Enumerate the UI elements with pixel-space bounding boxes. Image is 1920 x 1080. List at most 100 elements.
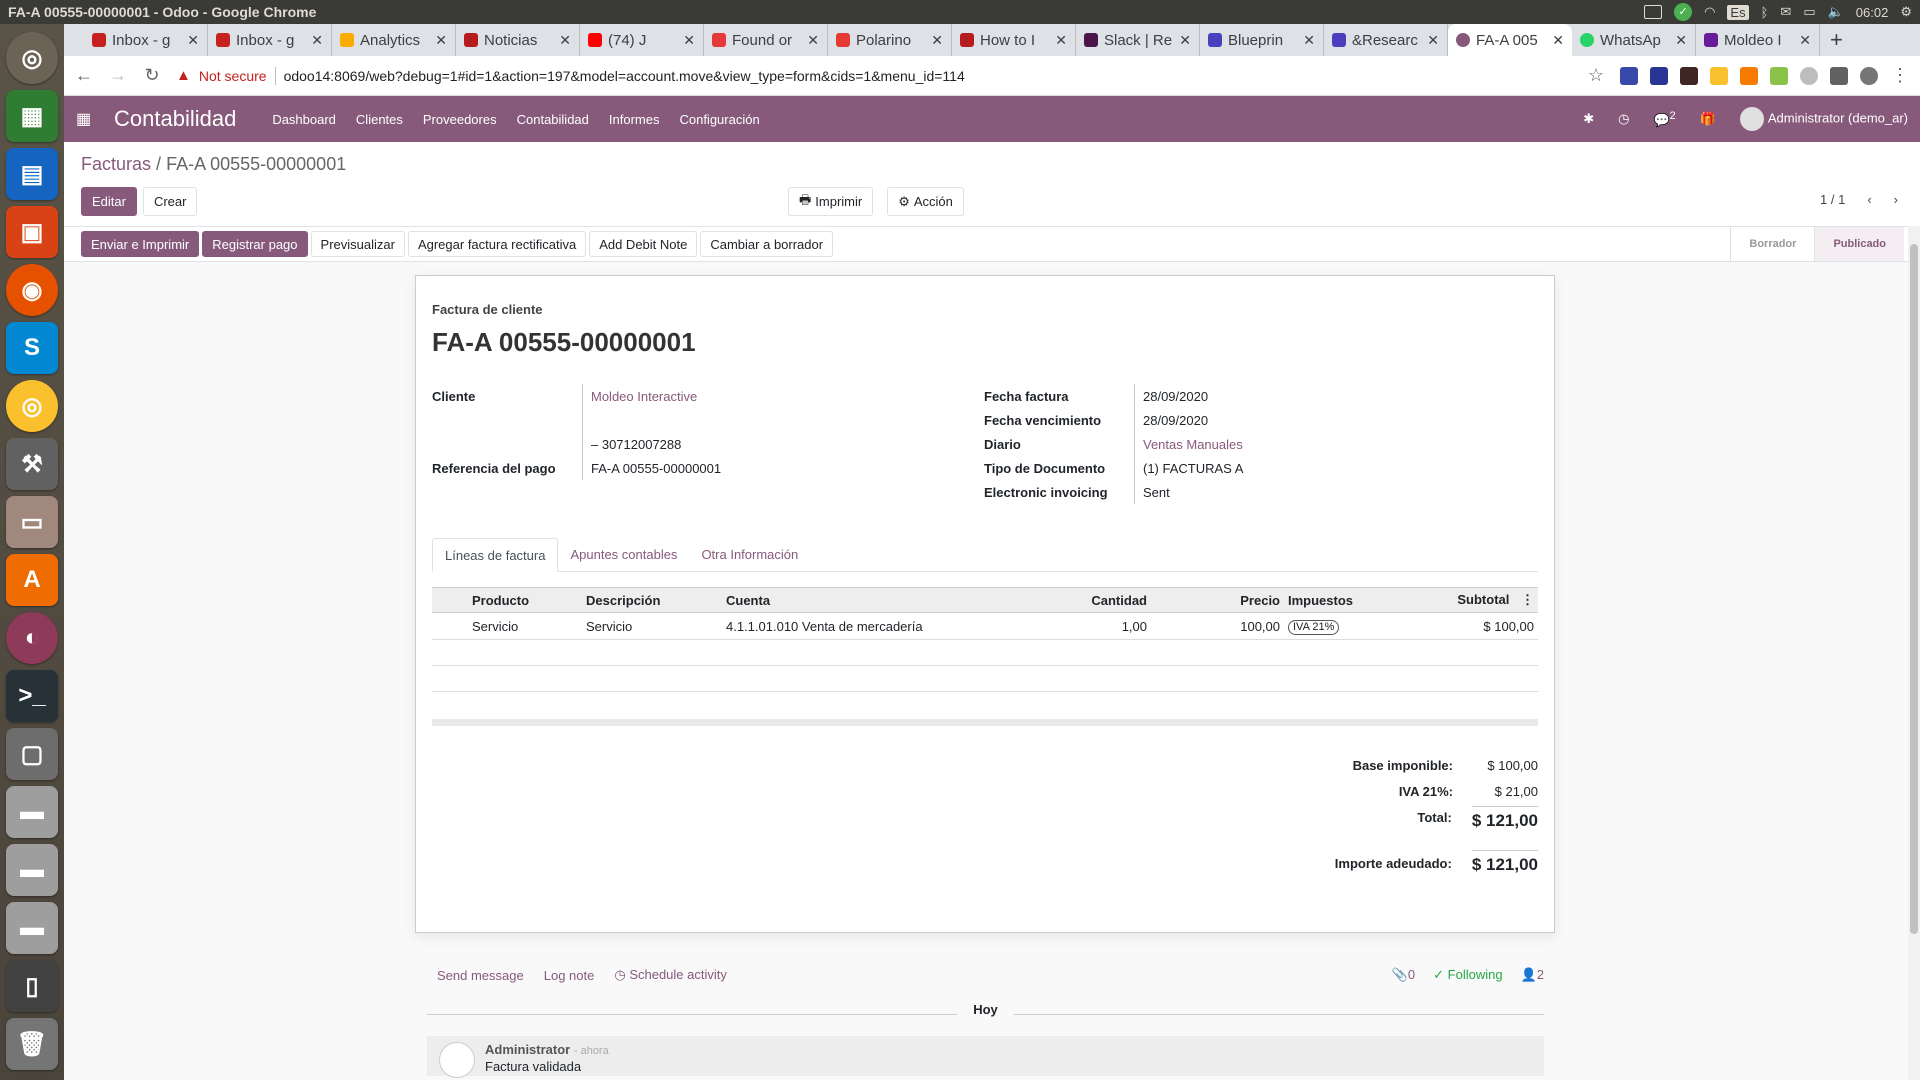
media-controls-icon[interactable] [1830,66,1848,85]
menu-item-informes[interactable]: Informes [609,112,660,127]
close-icon[interactable]: ✕ [1179,32,1191,49]
close-icon[interactable]: ✕ [1303,32,1315,49]
user-menu[interactable]: Administrator (demo_ar) [1739,107,1908,131]
bookmark-star-icon[interactable]: ☆ [1586,65,1606,86]
message-author[interactable]: Administrator [485,1042,570,1057]
browser-tab-active[interactable]: FA-A 005 ✕ [1448,24,1572,56]
action-button[interactable]: ⚙ Acción [887,187,964,216]
column-header[interactable]: Precio [1151,587,1284,613]
new-tab-button[interactable]: + [1820,24,1853,56]
menu-item-proveedores[interactable]: Proveedores [423,112,497,127]
system-tools-icon[interactable]: ⚒ [6,438,58,490]
browser-tab[interactable]: Moldeo I ✕ [1696,24,1820,56]
product-cell[interactable]: Servicio [468,612,582,640]
battery-icon[interactable]: ▭ [1803,4,1815,20]
wifi-icon[interactable]: ◠ [1704,4,1715,20]
reload-icon[interactable]: ↻ [142,65,162,86]
extension-icon[interactable] [1680,66,1698,85]
browser-tab[interactable]: Slack | Re ✕ [1076,24,1200,56]
quantity-cell[interactable]: 1,00 [1018,612,1151,640]
customer-link[interactable]: Moldeo Interactive [582,384,697,408]
close-icon[interactable]: ✕ [1799,32,1811,49]
close-icon[interactable]: ✕ [187,32,199,49]
menu-item-clientes[interactable]: Clientes [356,112,403,127]
column-header[interactable]: Cantidad [1018,587,1151,613]
close-icon[interactable]: ✕ [559,32,571,49]
close-icon[interactable]: ✕ [311,32,323,49]
mail-icon[interactable]: ✉ [1780,4,1791,20]
app-name[interactable]: Contabilidad [114,106,236,132]
scrollbar-thumb[interactable] [1910,244,1918,934]
ubuntu-dash-icon[interactable]: ◎ [6,32,58,84]
column-header[interactable]: Descripción [582,587,722,613]
extension-icon[interactable] [1800,66,1818,85]
breadcrumb-parent[interactable]: Facturas [81,154,151,174]
browser-tab[interactable]: Found or ✕ [704,24,828,56]
tab-other-info[interactable]: Otra Información [689,538,810,572]
clock[interactable]: 06:02 [1856,5,1889,20]
extension-icon[interactable] [1770,66,1788,85]
writer-document-icon[interactable]: ▤ [6,148,58,200]
close-icon[interactable]: ✕ [683,32,695,49]
page-scrollbar[interactable] [1908,226,1920,1080]
browser-tab[interactable]: Inbox - g ✕ [84,24,208,56]
print-button[interactable]: 🖶 Imprimir [788,187,874,216]
security-status[interactable]: Not secure [199,68,267,84]
description-cell[interactable]: Servicio [582,612,722,640]
address-bar[interactable]: ▲ Not secure odoo14:8069/web?debug=1#id=… [176,61,1572,91]
impress-presentation-icon[interactable]: ▣ [6,206,58,258]
followers-button[interactable]: 👤2 [1521,967,1544,983]
calc-spreadsheet-icon[interactable]: ▦ [6,90,58,142]
send-message-button[interactable]: Send message [437,968,524,983]
column-header[interactable]: Cuenta [722,587,1018,613]
messaging-icon[interactable]: 💬2 [1653,110,1675,128]
close-icon[interactable]: ✕ [1055,32,1067,49]
chevron-right-icon[interactable]: › [1894,192,1898,207]
browser-tab[interactable]: Blueprin ✕ [1200,24,1324,56]
skype-icon[interactable]: S [6,322,58,374]
activity-clock-icon[interactable]: ◷ [1618,111,1629,127]
warning-icon[interactable]: ▲ [176,67,191,84]
close-icon[interactable]: ✕ [807,32,819,49]
edit-button[interactable]: Editar [81,187,137,216]
files-icon[interactable]: ▢ [6,728,58,780]
close-icon[interactable]: ✕ [1675,32,1687,49]
keyboard-layout-indicator[interactable]: Es [1727,4,1749,20]
menu-item-dashboard[interactable]: Dashboard [272,112,336,127]
url-text[interactable]: odoo14:8069/web?debug=1#id=1&action=197&… [284,68,965,84]
profile-avatar-icon[interactable] [1860,66,1878,85]
phone-device-icon[interactable]: ▯ [6,960,58,1012]
settings-gear-icon[interactable]: ⚙ [1900,4,1912,20]
tab-journal-items[interactable]: Apuntes contables [558,538,689,572]
attachments-button[interactable]: 📎0 [1392,967,1415,983]
menu-item-configuracion[interactable]: Configuración [679,112,759,127]
browser-tab[interactable]: WhatsAp ✕ [1572,24,1696,56]
trash-icon[interactable]: 🗑 [6,1018,58,1070]
display-icon[interactable] [1644,5,1663,19]
browser-tab[interactable]: Analytics ✕ [332,24,456,56]
add-credit-note-button[interactable]: Agregar factura rectificativa [407,231,587,257]
pager-value[interactable]: 1 / 1 [1820,192,1845,207]
forward-arrow-icon[interactable]: → [108,65,128,86]
kebab-menu-icon[interactable]: ⋮ [1890,65,1910,86]
chrome-icon[interactable]: ◎ [6,380,58,432]
browser-tab[interactable]: Noticias ✕ [456,24,580,56]
table-row[interactable]: Servicio Servicio 4.1.1.01.010 Venta de … [432,612,1538,640]
add-debit-note-button[interactable]: Add Debit Note [589,231,698,257]
column-header[interactable]: Impuestos [1284,587,1389,613]
column-header[interactable]: Subtotal ⋮ [1389,587,1538,613]
archive-manager-icon[interactable]: ▭ [6,496,58,548]
browser-tab[interactable]: (74) J ✕ [580,24,704,56]
send-print-button[interactable]: Enviar e Imprimir [81,231,200,257]
extension-icon[interactable] [1620,66,1638,85]
following-button[interactable]: ✓ Following [1433,967,1502,983]
close-icon[interactable]: ✕ [435,32,447,49]
schedule-activity-button[interactable]: ◷ Schedule activity [614,967,727,983]
disk-utility-icon[interactable]: ◐ [6,612,58,664]
firefox-icon[interactable]: ◉ [6,264,58,316]
gift-icon[interactable]: 🎁 [1700,111,1716,127]
extension-icon[interactable] [1740,66,1758,85]
journal-link[interactable]: Ventas Manuales [1134,432,1243,456]
preview-button[interactable]: Previsualizar [310,231,405,257]
reset-to-draft-button[interactable]: Cambiar a borrador [700,231,834,257]
